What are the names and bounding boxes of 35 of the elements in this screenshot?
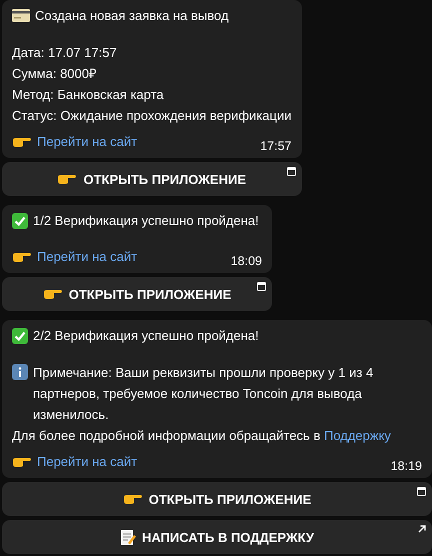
detail-line: Дата: 17.07 17:57 [12, 45, 117, 60]
check-icon [12, 212, 28, 228]
inline-button[interactable]: ОТКРЫТЬ ПРИЛОЖЕНИЕ [2, 482, 432, 516]
pointing-hand-icon [12, 456, 32, 468]
message-time: 18:09 [230, 253, 262, 270]
inline-button[interactable]: ОТКРЫТЬ ПРИЛОЖЕНИЕ [2, 162, 302, 196]
message-time: 18:19 [390, 458, 422, 475]
pointing-hand-icon [122, 493, 143, 505]
message-title: 1/2 Верификация успешно пройдена! [33, 212, 259, 230]
site-link[interactable]: Перейти на сайт [37, 451, 138, 472]
message-title: Создана новая заявка на вывод [35, 7, 229, 25]
detail-line: Метод: Банковская карта [12, 87, 164, 102]
pointing-hand-icon [12, 136, 32, 148]
check-icon [12, 328, 28, 344]
support-text: Для более подробной информации обращайтесь в [12, 428, 320, 443]
inline-button[interactable]: НАПИСАТЬ В ПОДДЕРЖКУ [2, 520, 432, 554]
site-link[interactable]: Перейти на сайт [37, 131, 138, 152]
message-time: 17:57 [260, 138, 292, 155]
pointing-hand-icon [42, 288, 63, 300]
detail-line: Статус: Ожидание прохождения верификации [12, 108, 292, 123]
arrow-icon [418, 525, 426, 533]
memo-icon [120, 528, 136, 546]
support-link[interactable]: Поддержку [324, 428, 391, 443]
window-icon [286, 167, 296, 176]
site-link[interactable]: Перейти на сайт [37, 246, 138, 267]
detail-line: Сумма: 8000₽ [12, 66, 97, 81]
inline-button[interactable]: ОТКРЫТЬ ПРИЛОЖЕНИЕ [2, 277, 272, 311]
pointing-hand-icon [12, 250, 32, 262]
note-text: Примечание: Ваши реквизиты прошли проверку у 1 из 4 партнеров, требуемое количество Toncoin для вывода изменилось. [33, 364, 374, 424]
window-icon [417, 487, 426, 496]
info-icon [12, 364, 28, 380]
pointing-hand-icon [57, 173, 78, 185]
window-icon [257, 282, 266, 291]
message-title: 2/2 Верификация успешно пройдена! [33, 327, 259, 345]
card-icon [12, 9, 30, 22]
